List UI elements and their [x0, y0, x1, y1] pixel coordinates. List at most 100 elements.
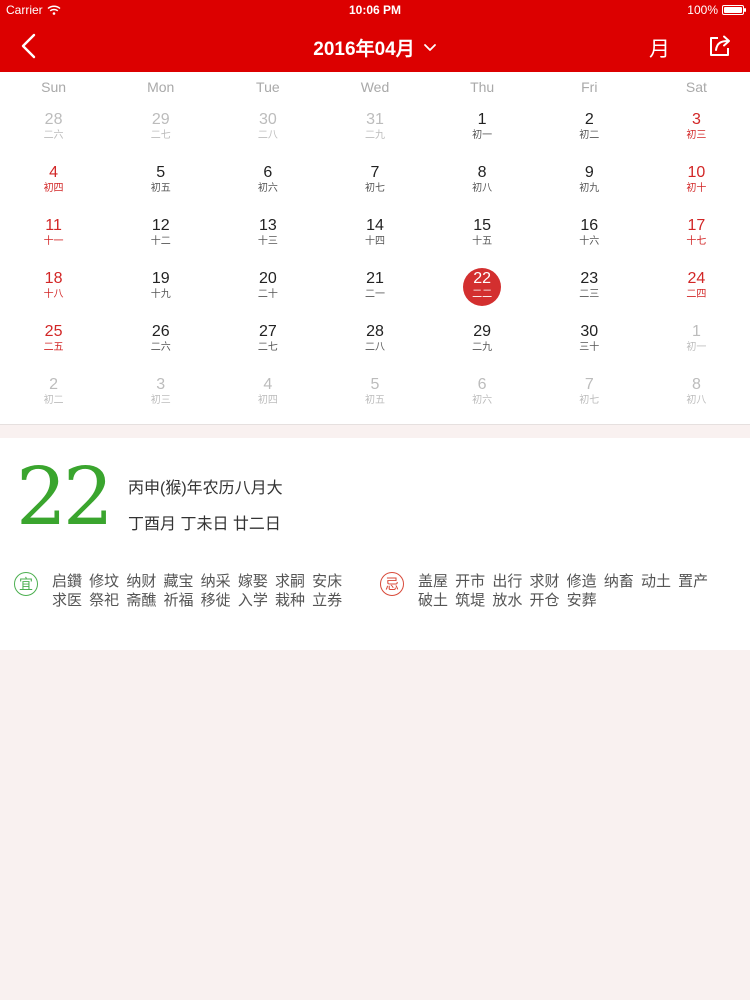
- lunar-date: 初七: [579, 395, 600, 406]
- day-number: 9: [584, 164, 594, 181]
- weekday-label: Fri: [581, 79, 598, 95]
- calendar-day[interactable]: 2 初二: [0, 367, 107, 420]
- calendar-day[interactable]: 14 十四: [321, 208, 428, 261]
- weekday-label: Tue: [256, 79, 280, 95]
- calendar-day[interactable]: 6 初六: [429, 367, 536, 420]
- lunar-date: 初二: [43, 395, 64, 406]
- calendar-day[interactable]: 1 初一: [429, 102, 536, 155]
- calendar-day[interactable]: 8 初八: [429, 155, 536, 208]
- calendar-day[interactable]: 28 二八: [321, 314, 428, 367]
- day-number: 23: [580, 270, 599, 287]
- lunar-date: 初四: [43, 183, 64, 194]
- calendar-day[interactable]: 9 初九: [536, 155, 643, 208]
- calendar-day[interactable]: 24 二四: [643, 261, 750, 314]
- calendar-day[interactable]: 17 十七: [643, 208, 750, 261]
- lunar-date: 初二: [579, 130, 600, 141]
- day-number: 22: [473, 270, 492, 287]
- lunar-date: 初三: [150, 395, 171, 406]
- month-view-button[interactable]: 月: [649, 33, 670, 63]
- calendar-day[interactable]: 6 初六: [214, 155, 321, 208]
- lunar-date: 二七: [150, 130, 171, 141]
- calendar-day[interactable]: 8 初八: [643, 367, 750, 420]
- calendar-day[interactable]: 3 初三: [107, 367, 214, 420]
- lunar-date: 十二: [150, 236, 171, 247]
- calendar-day[interactable]: 5 初五: [107, 155, 214, 208]
- share-icon[interactable]: [706, 32, 734, 60]
- calendar-day[interactable]: 27 二七: [214, 314, 321, 367]
- day-number: 30: [580, 323, 599, 340]
- status-bar: Carrier 10:06 PM 100%: [0, 0, 750, 20]
- day-number: 31: [366, 111, 384, 128]
- day-number: 26: [151, 323, 170, 340]
- lunar-date: 初六: [257, 183, 278, 194]
- day-number: 30: [258, 111, 277, 128]
- lunar-date: 二七: [257, 342, 278, 353]
- clock: 10:06 PM: [348, 3, 402, 17]
- day-number: 28: [44, 111, 63, 128]
- calendar-day[interactable]: 7 初七: [321, 155, 428, 208]
- day-number: 25: [44, 323, 63, 340]
- weekday-label: Thu: [470, 79, 495, 95]
- calendar-day[interactable]: 16 十六: [536, 208, 643, 261]
- calendar-day[interactable]: 21 二一: [321, 261, 428, 314]
- ji-activities: 盖屋 开市 出行 求财 修造 纳畜 动土 置产 破土 筑堤 放水 开仓 安葬: [418, 573, 709, 609]
- calendar-day[interactable]: 31 二九: [321, 102, 428, 155]
- calendar-day[interactable]: 11 十一: [0, 208, 107, 261]
- calendar-day[interactable]: 12 十二: [107, 208, 214, 261]
- month-picker[interactable]: 2016年04月: [313, 34, 436, 61]
- day-number: 8: [477, 164, 487, 181]
- lunar-date: 二八: [364, 342, 385, 353]
- calendar-day[interactable]: 2 初二: [536, 102, 643, 155]
- back-button[interactable]: [14, 30, 46, 62]
- lunar-date: 初五: [364, 395, 385, 406]
- day-number: 13: [258, 217, 277, 234]
- calendar-day[interactable]: 5 初五: [321, 367, 428, 420]
- calendar-day[interactable]: 25 二五: [0, 314, 107, 367]
- calendar-day[interactable]: 13 十三: [214, 208, 321, 261]
- lunar-date: 二五: [43, 342, 64, 353]
- day-number: 4: [263, 376, 273, 393]
- calendar-day[interactable]: 15 十五: [429, 208, 536, 261]
- lunar-day-text: 丁酉月 丁未日 廿二日: [128, 516, 281, 533]
- calendar-day[interactable]: 30 三十: [536, 314, 643, 367]
- lunar-date: 二四: [686, 289, 707, 300]
- day-number: 20: [258, 270, 277, 287]
- calendar-day-selected[interactable]: 22 二二: [429, 261, 536, 314]
- day-number: 2: [49, 376, 59, 393]
- calendar-day[interactable]: 10 初十: [643, 155, 750, 208]
- calendar-day[interactable]: 4 初四: [214, 367, 321, 420]
- lunar-date: 二八: [257, 130, 278, 141]
- calendar-day[interactable]: 20 二十: [214, 261, 321, 314]
- day-number: 15: [473, 217, 492, 234]
- calendar-day[interactable]: 1 初一: [643, 314, 750, 367]
- calendar-day[interactable]: 23 二三: [536, 261, 643, 314]
- calendar-day[interactable]: 29 二七: [107, 102, 214, 155]
- calendar-day[interactable]: 7 初七: [536, 367, 643, 420]
- calendar-day[interactable]: 19 十九: [107, 261, 214, 314]
- lunar-date: 初七: [364, 183, 385, 194]
- calendar-day[interactable]: 29 二九: [429, 314, 536, 367]
- battery-level: [724, 7, 742, 13]
- day-number: 29: [473, 323, 492, 340]
- lunar-date: 初九: [579, 183, 600, 194]
- day-detail-panel: 22 丙申(猴)年农历八月大 丁酉月 丁未日 廿二日 宜 启鑽 修坟 纳财 藏宝…: [0, 438, 750, 650]
- lunar-date: 二二: [472, 289, 493, 300]
- lunar-date: 十五: [472, 236, 493, 247]
- calendar-day[interactable]: 28 二六: [0, 102, 107, 155]
- calendar-day[interactable]: 3 初三: [643, 102, 750, 155]
- weekday-label: Wed: [360, 79, 390, 95]
- day-number: 1: [477, 111, 487, 128]
- day-number: 19: [151, 270, 170, 287]
- calendar-day[interactable]: 26 二六: [107, 314, 214, 367]
- calendar-day[interactable]: 30 二八: [214, 102, 321, 155]
- lunar-date: 二一: [364, 289, 385, 300]
- lunar-date: 初五: [150, 183, 171, 194]
- month-title: 2016年04月: [0, 34, 750, 61]
- lunar-date: 初一: [686, 342, 707, 353]
- lunar-year-text: 丙申(猴)年农历八月大: [128, 480, 283, 497]
- calendar-day[interactable]: 4 初四: [0, 155, 107, 208]
- calendar-day[interactable]: 18 十八: [0, 261, 107, 314]
- lunar-date: 初四: [257, 395, 278, 406]
- weekday-header: Sun Mon Tue Wed Thu Fri Sat: [0, 72, 750, 102]
- lunar-date: 二十: [257, 289, 278, 300]
